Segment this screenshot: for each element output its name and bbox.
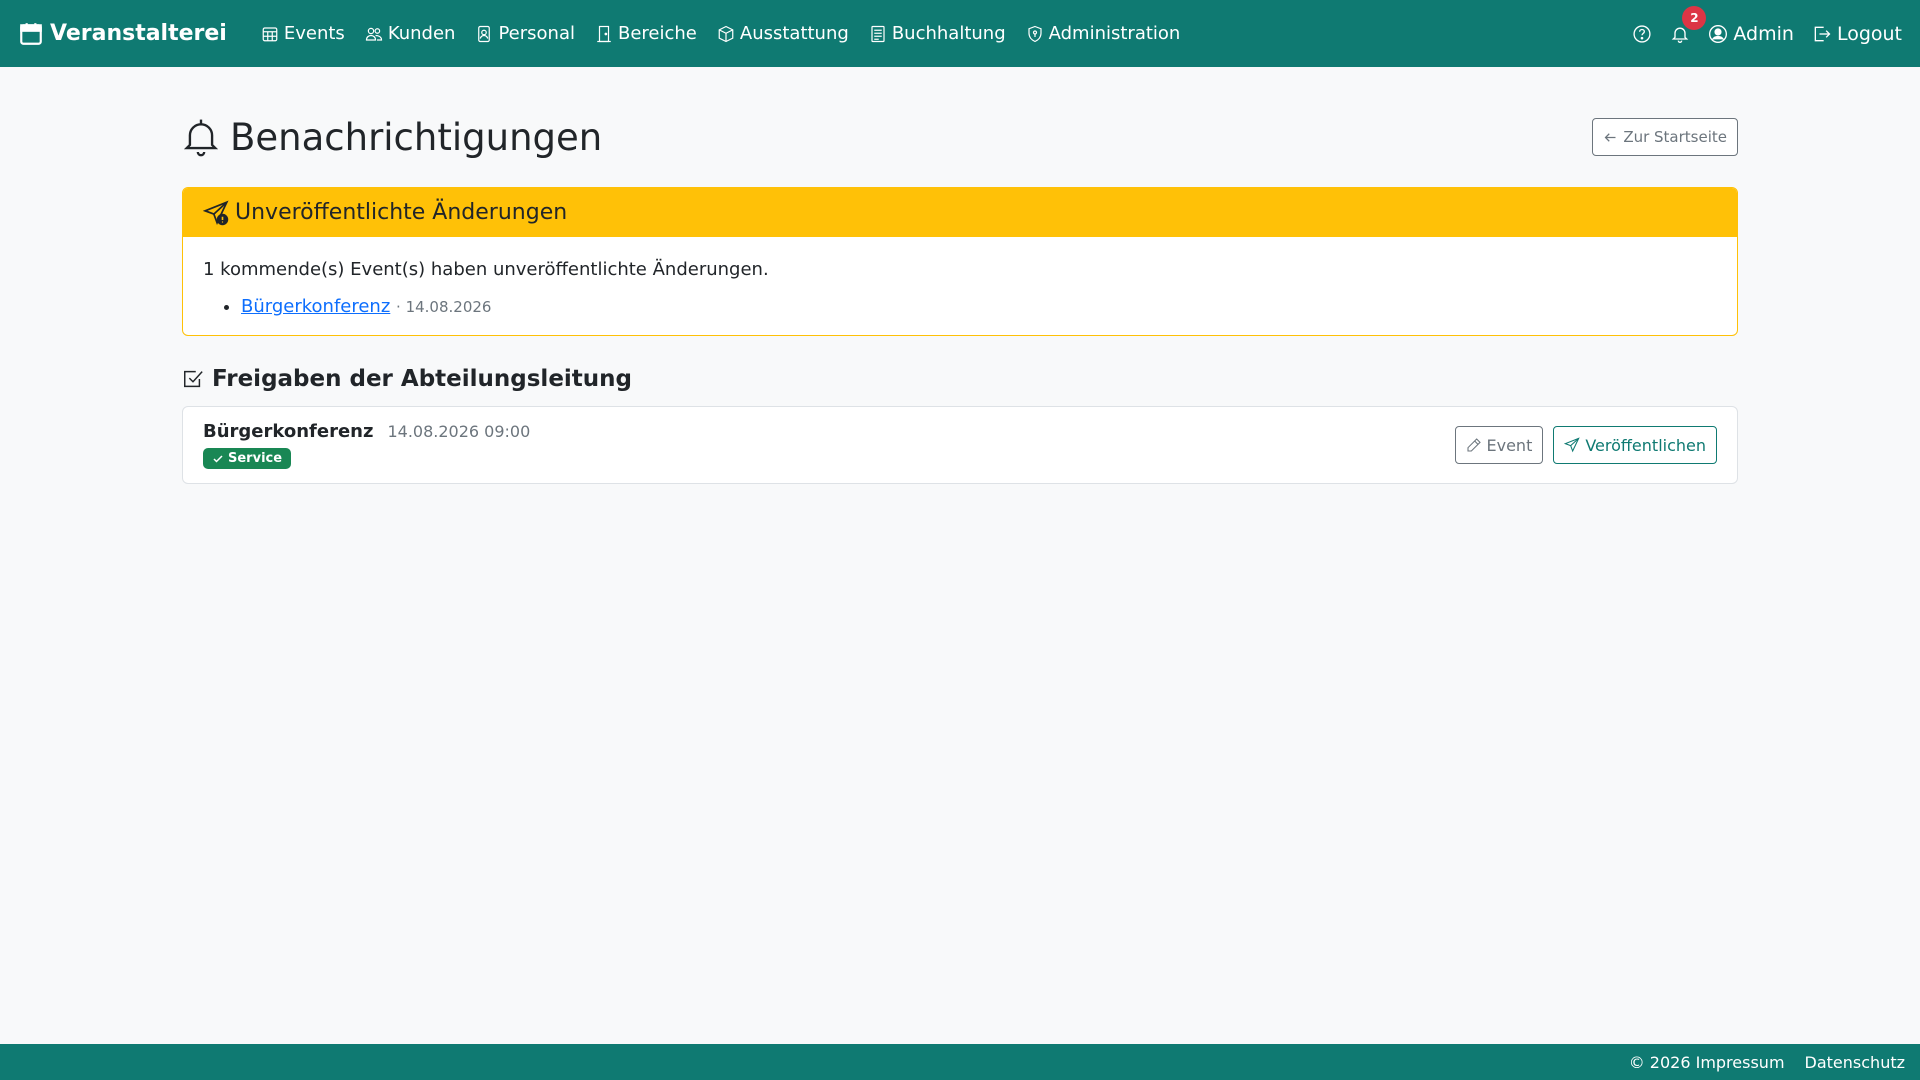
send-exclamation-icon bbox=[203, 200, 229, 225]
main-nav: Events Kunden Personal Bereiche Ausstatt… bbox=[261, 23, 1180, 44]
event-link[interactable]: Bürgerkonferenz bbox=[241, 296, 390, 317]
page-header: Benachrichtigungen Zur Startseite bbox=[182, 116, 1738, 159]
approval-info: Bürgerkonferenz 14.08.2026 09:00 Service bbox=[203, 421, 530, 469]
nav-item-buchhaltung[interactable]: Buchhaltung bbox=[869, 23, 1006, 44]
door-icon bbox=[597, 25, 611, 42]
logout-link[interactable]: Logout bbox=[1812, 23, 1902, 45]
brand-link[interactable]: Veranstalterei bbox=[18, 21, 227, 47]
list-item: Bürgerkonferenz · 14.08.2026 bbox=[241, 296, 1717, 317]
help-button[interactable] bbox=[1632, 24, 1652, 44]
approval-event-datetime: 14.08.2026 09:00 bbox=[387, 422, 531, 441]
bell-icon bbox=[183, 119, 219, 157]
status-badge: Service bbox=[203, 448, 292, 469]
approval-row: Bürgerkonferenz 14.08.2026 09:00 Service… bbox=[182, 406, 1738, 484]
datenschutz-link[interactable]: Datenschutz bbox=[1805, 1053, 1905, 1072]
impressum-link[interactable]: © 2026 Impressum bbox=[1629, 1053, 1785, 1072]
page-title: Benachrichtigungen bbox=[182, 116, 602, 159]
nav-label-bereiche: Bereiche bbox=[617, 23, 697, 44]
check-square-icon bbox=[184, 370, 203, 388]
publish-button[interactable]: Veröffentlichen bbox=[1553, 426, 1717, 464]
approval-heading: Bürgerkonferenz 14.08.2026 09:00 bbox=[203, 421, 530, 442]
approvals-section-title: Freigaben der Abteilungsleitung bbox=[182, 366, 1738, 392]
user-menu[interactable]: Admin bbox=[1708, 23, 1794, 45]
page-title-text: Benachrichtigungen bbox=[230, 115, 603, 159]
arrow-left-icon bbox=[1604, 132, 1616, 142]
unpublished-changes-title: Unveröffentlichte Änderungen bbox=[235, 200, 568, 225]
main-content: Benachrichtigungen Zur Startseite Unverö… bbox=[182, 67, 1738, 484]
edit-event-button[interactable]: Event bbox=[1454, 426, 1544, 464]
nav-label-events: Events bbox=[283, 23, 345, 44]
unpublished-event-list: Bürgerkonferenz · 14.08.2026 bbox=[203, 296, 1717, 317]
unpublished-changes-card: Unveröffentlichte Änderungen 1 kommende(… bbox=[182, 187, 1738, 336]
nav-item-bereiche[interactable]: Bereiche bbox=[595, 23, 697, 44]
nav-label-administration: Administration bbox=[1048, 23, 1181, 44]
calendar-icon bbox=[20, 22, 42, 45]
nav-item-ausstattung[interactable]: Ausstattung bbox=[717, 23, 849, 44]
nav-item-events[interactable]: Events bbox=[261, 23, 345, 44]
brand-name: Veranstalterei bbox=[50, 21, 227, 46]
nav-label-kunden: Kunden bbox=[387, 23, 456, 44]
approval-event-name: Bürgerkonferenz bbox=[203, 421, 374, 442]
unpublished-changes-body: 1 kommende(s) Event(s) haben unveröffent… bbox=[183, 237, 1737, 335]
nav-item-administration[interactable]: Administration bbox=[1026, 23, 1181, 44]
unpublished-message: 1 kommende(s) Event(s) haben unveröffent… bbox=[203, 259, 769, 280]
calendar-grid-icon bbox=[262, 26, 278, 41]
top-navbar: Veranstalterei Events Kunden Personal Be… bbox=[0, 0, 1920, 67]
check-icon bbox=[213, 454, 223, 463]
back-to-home-button[interactable]: Zur Startseite bbox=[1592, 118, 1738, 156]
approval-actions: Event Veröffentlichen bbox=[1454, 426, 1717, 464]
logout-label: Logout bbox=[1836, 22, 1902, 45]
notification-count-badge: 2 bbox=[1682, 5, 1707, 30]
footer: © 2026 Impressum Datenschutz bbox=[0, 1044, 1920, 1080]
nav-label-buchhaltung: Buchhaltung bbox=[891, 23, 1006, 44]
pencil-icon bbox=[1466, 438, 1481, 452]
nav-label-personal: Personal bbox=[498, 23, 575, 44]
question-circle-icon bbox=[1633, 24, 1651, 43]
event-date: · 14.08.2026 bbox=[396, 298, 492, 316]
send-icon bbox=[1564, 437, 1581, 453]
publish-label: Veröffentlichen bbox=[1585, 435, 1706, 455]
ledger-icon bbox=[871, 25, 885, 42]
nav-item-kunden[interactable]: Kunden bbox=[365, 23, 456, 44]
edit-event-label: Event bbox=[1486, 435, 1533, 455]
nav-label-ausstattung: Ausstattung bbox=[739, 23, 849, 44]
approvals-title-text: Freigaben der Abteilungsleitung bbox=[212, 366, 633, 392]
status-badge-label: Service bbox=[228, 451, 283, 466]
nav-item-personal[interactable]: Personal bbox=[475, 23, 575, 44]
user-label: Admin bbox=[1733, 22, 1794, 45]
box-icon bbox=[718, 25, 734, 42]
back-button-label: Zur Startseite bbox=[1623, 128, 1727, 146]
person-badge-icon bbox=[478, 25, 491, 42]
people-icon bbox=[365, 27, 382, 41]
notifications-button[interactable]: 2 bbox=[1670, 5, 1707, 44]
shield-icon bbox=[1028, 25, 1042, 42]
unpublished-changes-header: Unveröffentlichte Änderungen bbox=[183, 188, 1737, 237]
logout-icon bbox=[1814, 26, 1831, 41]
nav-right: 2 Admin Logout bbox=[1632, 5, 1902, 45]
person-circle-icon bbox=[1709, 24, 1728, 43]
